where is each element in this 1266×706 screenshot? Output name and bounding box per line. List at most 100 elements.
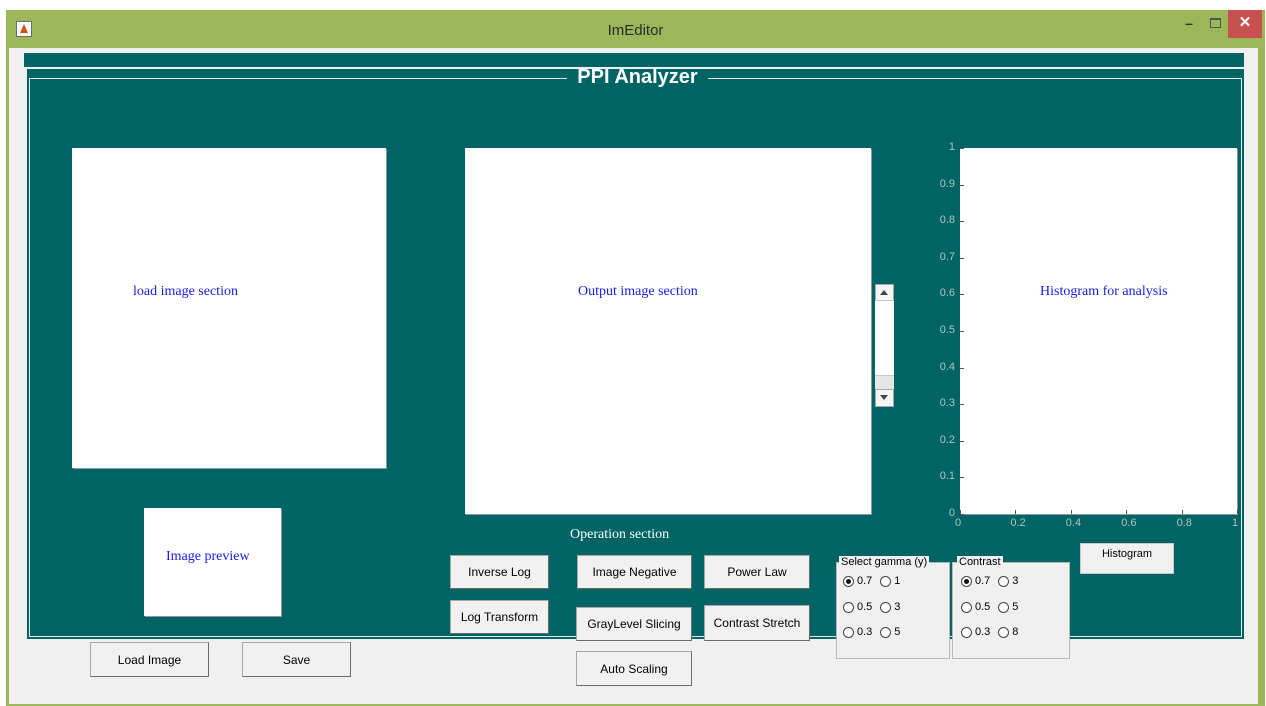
histogram-x-tick-mark	[1015, 510, 1017, 514]
maximize-button[interactable]	[1203, 10, 1227, 38]
contrast-row-1: 0.7 3	[961, 575, 1026, 587]
image-preview-axes: Image preview	[144, 508, 281, 616]
arrow-down-icon	[880, 395, 888, 400]
frame-line-left	[29, 78, 567, 79]
histogram-y-tick-label: 0.4	[939, 360, 955, 373]
power-law-button[interactable]: Power Law	[704, 555, 810, 589]
histogram-y-tick-mark	[960, 221, 964, 223]
radio-icon	[843, 601, 854, 613]
histogram-x-tick-label: 0.2	[1010, 517, 1026, 529]
radio-icon	[998, 626, 1010, 638]
gamma-option-1[interactable]: 1	[880, 575, 900, 587]
histogram-y-tick-mark	[960, 257, 964, 259]
scroll-thumb[interactable]	[875, 300, 894, 376]
radio-icon	[843, 626, 854, 638]
inverse-log-button[interactable]: Inverse Log	[450, 555, 549, 589]
window-title: ImEditor	[607, 22, 664, 39]
histogram-axes: Histogram for analysis	[960, 148, 1237, 514]
contrast-option-label: 8	[1012, 626, 1019, 638]
gamma-option-0-3[interactable]: 0.3	[843, 626, 872, 638]
histogram-x-tick-label: 0	[955, 517, 962, 529]
gamma-row-3: 0.3 5	[843, 626, 908, 638]
histogram-y-tick-mark	[960, 477, 964, 479]
contrast-option-5[interactable]: 5	[998, 601, 1018, 613]
radio-icon	[961, 626, 972, 638]
histogram-label: Histogram for analysis	[1040, 284, 1168, 299]
histogram-x-tick-label: 0.8	[1176, 517, 1192, 529]
histogram-x-tick-label: 0.6	[1121, 517, 1137, 529]
gamma-row-2: 0.5 3	[843, 601, 908, 613]
contrast-option-0-3[interactable]: 0.3	[961, 626, 990, 638]
radio-icon	[880, 626, 892, 638]
gamma-group-title: Select gamma (y)	[839, 556, 930, 568]
load-image-label: load image section	[133, 284, 238, 299]
histogram-x-tick-mark	[1070, 510, 1072, 514]
histogram-button[interactable]: Histogram	[1080, 543, 1174, 574]
histogram-y-tick-label: 0.7	[939, 250, 955, 263]
panel-top-bar	[24, 53, 1244, 67]
gamma-option-label: 0.7	[857, 575, 873, 587]
ppi-analyzer-panel: PPI Analyzer load image section Output i…	[27, 66, 1244, 686]
contrast-option-label: 0.7	[975, 575, 991, 587]
image-negative-button[interactable]: Image Negative	[577, 555, 692, 589]
radio-icon	[998, 575, 1010, 587]
auto-scaling-button[interactable]: Auto Scaling	[576, 651, 692, 686]
gray-level-slicing-button[interactable]: GrayLevel Slicing	[576, 607, 692, 641]
contrast-group-title: Contrast	[957, 556, 1003, 568]
contrast-row-3: 0.3 8	[961, 626, 1026, 638]
contrast-option-label: 0.3	[975, 626, 991, 638]
load-image-button[interactable]: Load Image	[90, 642, 209, 677]
contrast-stretch-button[interactable]: Contrast Stretch	[704, 605, 810, 641]
histogram-y-tick-label: 0.8	[939, 214, 955, 227]
contrast-button-group: Contrast 0.7 3 0.5 5 0.3 8	[952, 556, 1070, 659]
contrast-row-2: 0.5 5	[961, 601, 1026, 613]
histogram-y-tick-mark	[960, 440, 964, 442]
histogram-y-tick-label: 1	[948, 141, 955, 153]
close-button[interactable]: ✕	[1228, 10, 1262, 38]
title-bar: ImEditor – ✕	[6, 10, 1265, 48]
contrast-option-label: 0.5	[975, 601, 991, 613]
gamma-option-label: 0.5	[857, 601, 873, 613]
minimize-button[interactable]: –	[1177, 10, 1201, 38]
histogram-y-tick-mark	[960, 404, 964, 406]
contrast-option-8[interactable]: 8	[998, 626, 1018, 638]
gamma-option-0-7[interactable]: 0.7	[843, 575, 872, 587]
histogram-x-tick-mark	[1237, 510, 1238, 514]
histogram-y-tick-label: 0.1	[939, 470, 955, 483]
output-scrollbar[interactable]	[875, 284, 894, 407]
histogram-x-tick-mark	[1126, 510, 1128, 514]
output-image-axes: Output image section	[465, 148, 871, 514]
contrast-option-0-7[interactable]: 0.7	[961, 575, 990, 587]
gamma-option-label: 3	[894, 601, 901, 613]
radio-icon	[961, 601, 972, 613]
radio-selected-icon	[843, 575, 854, 587]
gamma-option-5[interactable]: 5	[880, 626, 900, 638]
radio-selected-icon	[961, 575, 972, 587]
save-button[interactable]: Save	[242, 642, 351, 677]
contrast-option-label: 3	[1012, 575, 1019, 587]
gamma-option-0-5[interactable]: 0.5	[843, 601, 872, 613]
gamma-option-3[interactable]: 3	[880, 601, 900, 613]
gamma-option-label: 5	[894, 626, 901, 638]
histogram-y-tick-label: 0.2	[939, 433, 955, 446]
contrast-option-0-5[interactable]: 0.5	[961, 601, 990, 613]
scroll-down-button[interactable]	[875, 389, 894, 407]
histogram-y-tick-mark	[960, 184, 964, 186]
load-image-axes: load image section	[72, 148, 386, 468]
gamma-button-group: Select gamma (y) 0.7 1 0.5 3 0.3 5	[836, 556, 950, 659]
histogram-y-tick-label: 0.5	[939, 324, 955, 336]
log-transform-button[interactable]: Log Transform	[450, 600, 549, 634]
radio-icon	[880, 601, 892, 613]
panel-title: PPI Analyzer	[577, 66, 698, 88]
histogram-y-tick-mark	[960, 331, 964, 332]
histogram-x-tick-mark	[960, 510, 961, 514]
histogram-y-tick-mark	[960, 367, 964, 369]
gamma-option-label: 0.3	[857, 626, 873, 638]
histogram-y-tick-mark	[960, 294, 964, 296]
contrast-option-3[interactable]: 3	[998, 575, 1018, 587]
operation-section-label: Operation section	[570, 527, 670, 542]
maximize-icon	[1209, 18, 1221, 28]
gamma-row-1: 0.7 1	[843, 575, 908, 587]
arrow-up-icon	[880, 290, 888, 295]
histogram-x-tick-mark	[1181, 510, 1183, 514]
